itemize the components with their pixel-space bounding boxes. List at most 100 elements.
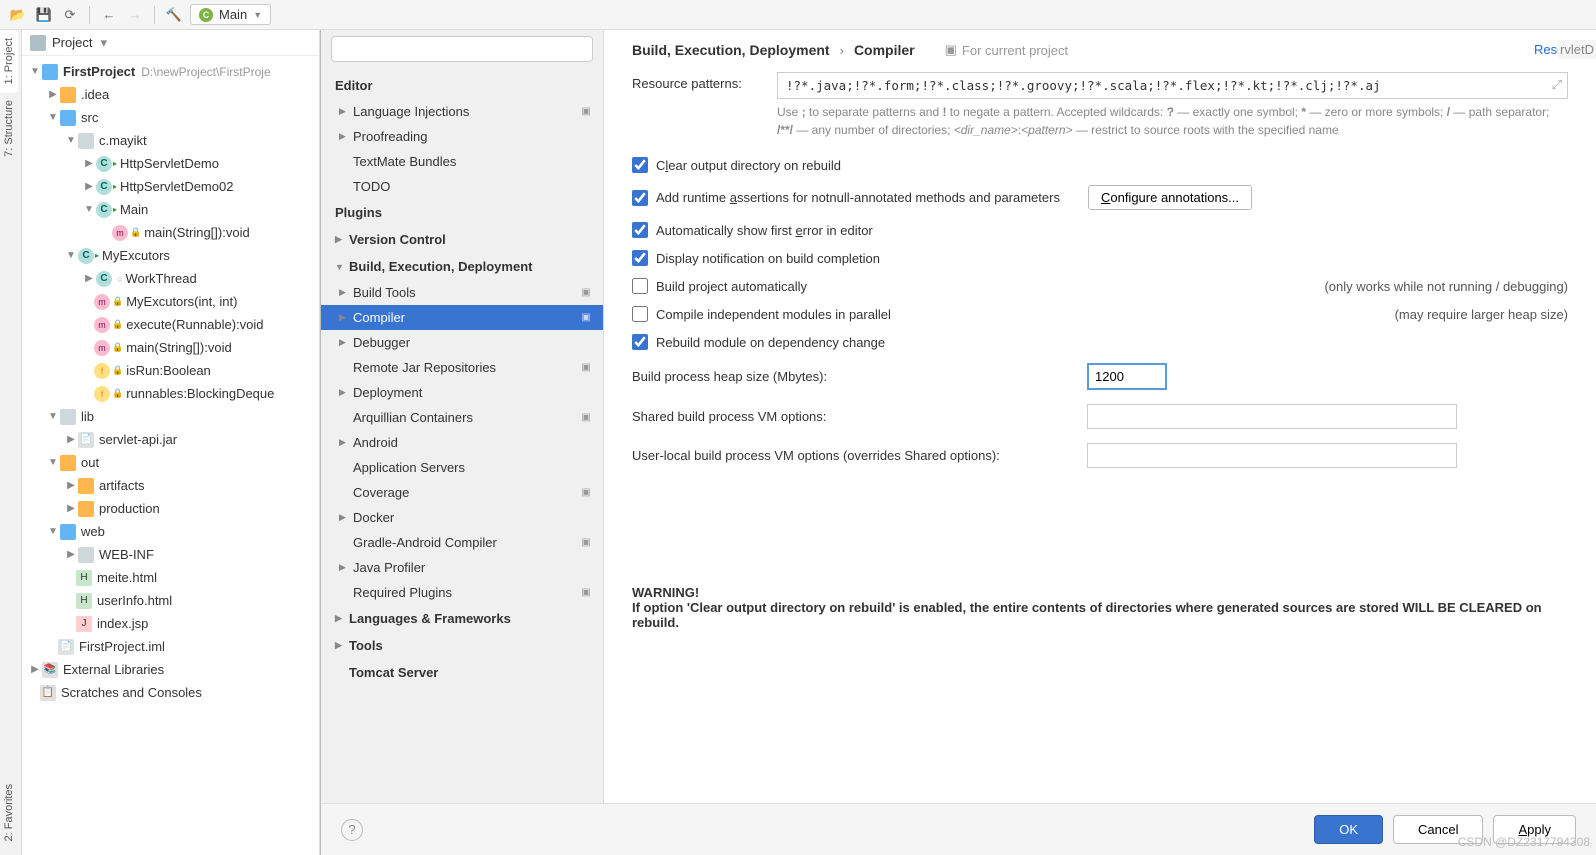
settings-item-tomcat[interactable]: Tomcat Server bbox=[321, 659, 603, 686]
tree-item[interactable]: c.mayikt bbox=[99, 133, 147, 148]
runnable-icon: ▸ bbox=[113, 205, 117, 214]
tree-item[interactable]: Main bbox=[120, 202, 148, 217]
build-auto-checkbox[interactable] bbox=[632, 278, 648, 294]
tree-item[interactable]: production bbox=[99, 501, 160, 516]
settings-item[interactable]: Arquillian Containers▣ bbox=[321, 405, 603, 430]
settings-cat-lang[interactable]: ▶Languages & Frameworks bbox=[321, 605, 603, 632]
expand-icon[interactable]: ⤢ bbox=[1552, 77, 1562, 93]
settings-item[interactable]: ▶Java Profiler bbox=[321, 555, 603, 580]
settings-item[interactable]: ▶Proofreading bbox=[321, 124, 603, 149]
configure-annotations-button[interactable]: Configure annotations... bbox=[1088, 185, 1252, 210]
settings-item-compiler[interactable]: ▶Compiler▣ bbox=[321, 305, 603, 330]
project-panel: Project ▾ ▼FirstProjectD:\newProject\Fir… bbox=[22, 30, 320, 855]
tree-item[interactable]: out bbox=[81, 455, 99, 470]
help-button[interactable]: ? bbox=[341, 819, 363, 841]
tree-item[interactable]: HttpServletDemo bbox=[120, 156, 219, 171]
shared-vm-input[interactable] bbox=[1087, 404, 1457, 429]
tree-item[interactable]: Scratches and Consoles bbox=[61, 685, 202, 700]
settings-dialog: Editor ▶Language Injections▣ ▶Proofreadi… bbox=[320, 30, 1596, 855]
tab-favorites[interactable]: 2: Favorites bbox=[0, 776, 18, 849]
breadcrumb-current: Compiler bbox=[854, 42, 915, 58]
sync-icon[interactable]: ⟳ bbox=[60, 5, 80, 25]
settings-search-input[interactable] bbox=[331, 36, 593, 62]
user-vm-input[interactable] bbox=[1087, 443, 1457, 468]
tree-root[interactable]: FirstProject bbox=[63, 64, 135, 79]
separator bbox=[154, 6, 155, 24]
tree-item[interactable]: FirstProject.iml bbox=[79, 639, 165, 654]
settings-item[interactable]: Remote Jar Repositories▣ bbox=[321, 355, 603, 380]
tree-item[interactable]: artifacts bbox=[99, 478, 145, 493]
tree-item[interactable]: MyExcutors(int, int) bbox=[126, 294, 237, 309]
runtime-assertions-checkbox[interactable] bbox=[632, 190, 648, 206]
tree-item[interactable]: main(String[]):void bbox=[126, 340, 231, 355]
settings-item[interactable]: TextMate Bundles bbox=[321, 149, 603, 174]
save-icon[interactable]: 💾 bbox=[34, 5, 54, 25]
tab-structure[interactable]: 7: Structure bbox=[0, 92, 18, 165]
tab-project[interactable]: 1: Project bbox=[0, 30, 18, 92]
tree-item[interactable]: WEB-INF bbox=[99, 547, 154, 562]
back-icon[interactable]: ← bbox=[99, 5, 119, 25]
ok-button[interactable]: OK bbox=[1314, 815, 1383, 844]
compile-parallel-label: Compile independent modules in parallel bbox=[656, 307, 891, 322]
tree-item[interactable]: userInfo.html bbox=[97, 593, 172, 608]
resource-patterns-label: Resource patterns: bbox=[632, 72, 777, 91]
forward-icon[interactable]: → bbox=[125, 5, 145, 25]
tree-item[interactable]: src bbox=[81, 110, 98, 125]
module-icon bbox=[42, 64, 58, 80]
settings-cat-editor[interactable]: Editor bbox=[321, 72, 603, 99]
settings-item[interactable]: ▶Language Injections▣ bbox=[321, 99, 603, 124]
build-auto-note: (only works while not running / debuggin… bbox=[1324, 279, 1568, 294]
open-icon[interactable]: 📂 bbox=[8, 5, 28, 25]
tree-item[interactable]: .idea bbox=[81, 87, 109, 102]
project-panel-header[interactable]: Project ▾ bbox=[22, 30, 319, 56]
tree-item[interactable]: isRun:Boolean bbox=[126, 363, 211, 378]
tree-item[interactable]: execute(Runnable):void bbox=[126, 317, 263, 332]
class-icon: C bbox=[96, 156, 112, 172]
tree-item[interactable]: runnables:BlockingDeque bbox=[126, 386, 274, 401]
tree-item[interactable]: WorkThread bbox=[125, 271, 196, 286]
tree-item[interactable]: main(String[]):void bbox=[144, 225, 249, 240]
notify-build-checkbox[interactable] bbox=[632, 250, 648, 266]
settings-item[interactable]: Required Plugins▣ bbox=[321, 580, 603, 605]
resource-patterns-input[interactable]: !?*.java;!?*.form;!?*.class;!?*.groovy;!… bbox=[777, 72, 1568, 99]
show-first-error-checkbox[interactable] bbox=[632, 222, 648, 238]
settings-item[interactable]: ▶Docker bbox=[321, 505, 603, 530]
settings-item[interactable]: ▶Deployment bbox=[321, 380, 603, 405]
project-badge-icon: ▣ bbox=[579, 361, 593, 375]
settings-item[interactable]: Gradle-Android Compiler▣ bbox=[321, 530, 603, 555]
settings-item[interactable]: ▶Debugger bbox=[321, 330, 603, 355]
tree-item[interactable]: servlet-api.jar bbox=[99, 432, 177, 447]
project-badge-icon: ▣ bbox=[579, 105, 593, 119]
tree-item[interactable]: lib bbox=[81, 409, 94, 424]
heap-size-input[interactable] bbox=[1087, 363, 1167, 390]
tree-item[interactable]: MyExcutors bbox=[102, 248, 170, 263]
tree-item[interactable]: External Libraries bbox=[63, 662, 164, 677]
settings-cat-version[interactable]: ▶Version Control▣ bbox=[321, 226, 603, 253]
tree-item[interactable]: meite.html bbox=[97, 570, 157, 585]
lock-icon: 🔒 bbox=[112, 365, 123, 376]
folder-icon bbox=[60, 87, 76, 103]
clear-output-checkbox[interactable] bbox=[632, 157, 648, 173]
settings-tree[interactable]: Editor ▶Language Injections▣ ▶Proofreadi… bbox=[321, 68, 603, 803]
rebuild-dep-checkbox[interactable] bbox=[632, 334, 648, 350]
tree-item[interactable]: web bbox=[81, 524, 105, 539]
settings-item[interactable]: Coverage▣ bbox=[321, 480, 603, 505]
project-tree[interactable]: ▼FirstProjectD:\newProject\FirstProje ▶.… bbox=[22, 56, 319, 855]
settings-item[interactable]: ▶Build Tools▣ bbox=[321, 280, 603, 305]
settings-item[interactable]: TODO bbox=[321, 174, 603, 199]
tree-item[interactable]: HttpServletDemo02 bbox=[120, 179, 233, 194]
libraries-icon: 📚 bbox=[42, 662, 58, 678]
settings-cat-plugins[interactable]: Plugins bbox=[321, 199, 603, 226]
run-config-selector[interactable]: C Main ▼ bbox=[190, 4, 271, 25]
settings-cat-build[interactable]: ▼Build, Execution, Deployment bbox=[321, 253, 603, 280]
settings-item[interactable]: Application Servers bbox=[321, 455, 603, 480]
iml-icon: 📄 bbox=[58, 639, 74, 655]
tree-item[interactable]: index.jsp bbox=[97, 616, 148, 631]
compile-parallel-checkbox[interactable] bbox=[632, 306, 648, 322]
breadcrumb[interactable]: Build, Execution, Deployment bbox=[632, 42, 830, 58]
build-icon[interactable]: 🔨 bbox=[164, 5, 184, 25]
field-icon: f bbox=[94, 363, 110, 379]
lock-icon: 🔒 bbox=[112, 296, 123, 307]
settings-cat-tools[interactable]: ▶Tools bbox=[321, 632, 603, 659]
settings-item[interactable]: ▶Android bbox=[321, 430, 603, 455]
